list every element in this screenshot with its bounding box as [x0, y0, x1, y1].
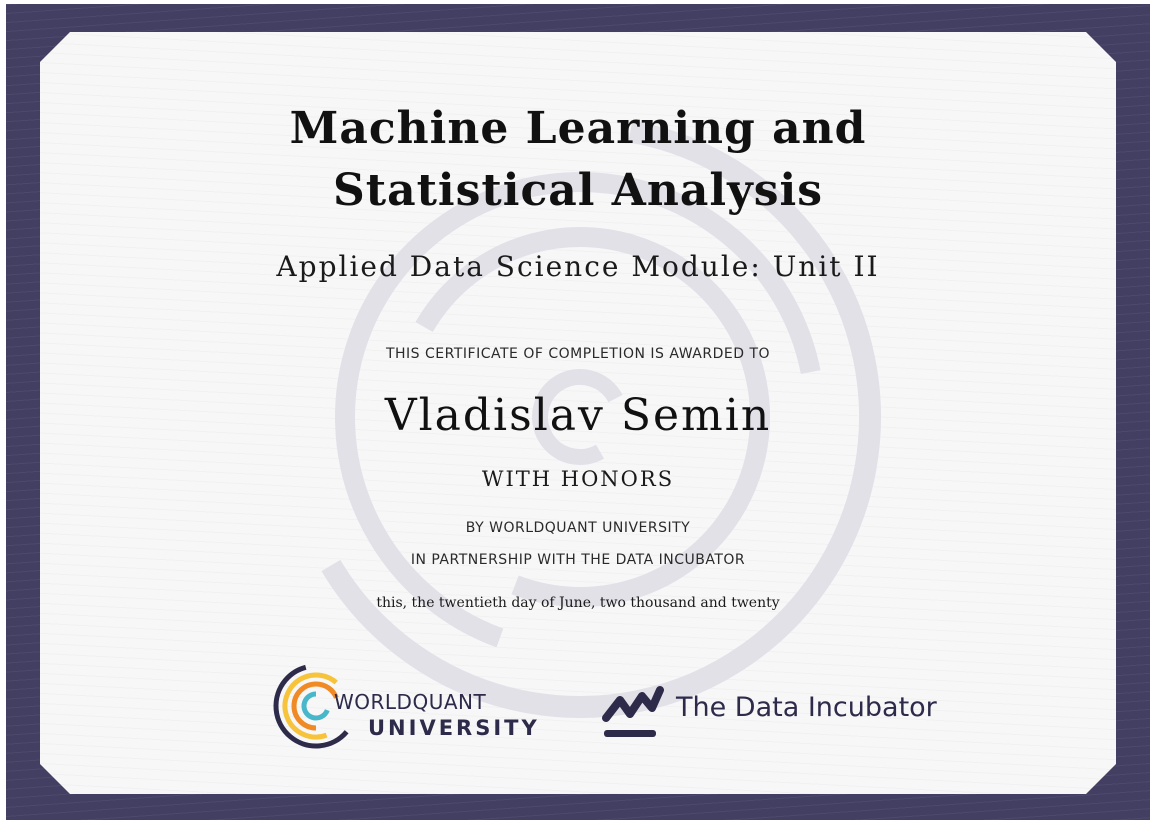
course-title-line-2: Statistical Analysis	[333, 165, 823, 216]
data-incubator-logo: The Data Incubator	[600, 678, 940, 742]
university-wordmark: UNIVERSITY	[368, 716, 540, 740]
data-incubator-chart-icon	[602, 686, 664, 737]
data-incubator-wordmark: The Data Incubator	[676, 692, 937, 723]
worldquant-logo: WORLDQUANT UNIVERSITY	[272, 660, 542, 750]
course-title: Machine Learning and Statistical Analysi…	[40, 98, 1116, 222]
distinction-text: WITH HONORS	[481, 467, 675, 491]
course-title-line-1: Machine Learning and	[289, 103, 867, 154]
recipient-name: Vladislav Semin	[384, 390, 772, 441]
certificate-sheet: Machine Learning and Statistical Analysi…	[40, 32, 1116, 794]
issuer-text: BY WORLDQUANT UNIVERSITY	[465, 520, 691, 536]
worldquant-wordmark: WORLDQUANT	[334, 690, 487, 714]
issue-date-text: this, the twentieth day of June, two tho…	[376, 595, 780, 611]
certificate-frame: Machine Learning and Statistical Analysi…	[6, 4, 1150, 820]
certificate-content: Machine Learning and Statistical Analysi…	[40, 32, 1116, 794]
partner-text: IN PARTNERSHIP WITH THE DATA INCUBATOR	[410, 552, 746, 568]
awarded-to-text: THIS CERTIFICATE OF COMPLETION IS AWARDE…	[385, 346, 771, 362]
course-subtitle: Applied Data Science Module: Unit II	[276, 250, 880, 283]
